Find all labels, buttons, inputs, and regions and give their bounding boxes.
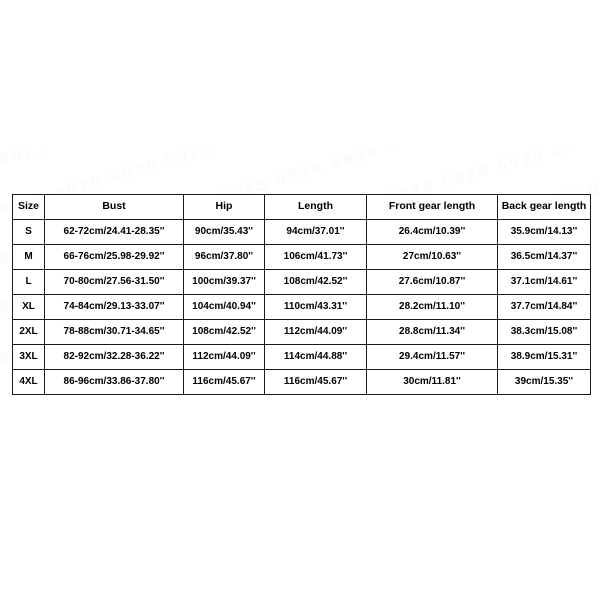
cell-hip: 112cm/44.09'' — [183, 344, 265, 370]
cell-size: M — [12, 244, 45, 270]
cell-front-gear-length: 29.4cm/11.57'' — [366, 344, 498, 370]
watermark-line: 6929 6929 6929 6929 6929 6929 6929 6929 … — [0, 150, 580, 170]
table-row: 4XL 86-96cm/33.86-37.80'' 116cm/45.67'' … — [12, 369, 591, 395]
size-chart-body: S 62-72cm/24.41-28.35'' 90cm/35.43'' 94c… — [12, 219, 591, 395]
cell-hip: 108cm/42.52'' — [183, 319, 265, 345]
cell-length: 114cm/44.88'' — [264, 344, 367, 370]
cell-bust: 74-84cm/29.13-33.07'' — [44, 294, 184, 320]
cell-size: 3XL — [12, 344, 45, 370]
table-row: S 62-72cm/24.41-28.35'' 90cm/35.43'' 94c… — [12, 219, 591, 245]
cell-size: 4XL — [12, 369, 45, 395]
cell-bust: 86-96cm/33.86-37.80'' — [44, 369, 184, 395]
cell-front-gear-length: 28.2cm/11.10'' — [366, 294, 498, 320]
cell-back-gear-length: 38.3cm/15.08'' — [497, 319, 591, 345]
cell-length: 110cm/43.31'' — [264, 294, 367, 320]
column-header-front-gear-length: Front gear length — [366, 194, 498, 220]
cell-size: L — [12, 269, 45, 295]
cell-size: 2XL — [12, 319, 45, 345]
cell-size: XL — [12, 294, 45, 320]
table-row: L 70-80cm/27.56-31.50'' 100cm/39.37'' 10… — [12, 269, 591, 295]
cell-front-gear-length: 27cm/10.63'' — [366, 244, 498, 270]
cell-hip: 104cm/40.94'' — [183, 294, 265, 320]
column-header-size: Size — [12, 194, 45, 220]
page-canvas: 6929 6929 6929 6929 6929 6929 6929 6929 … — [0, 0, 600, 600]
cell-length: 112cm/44.09'' — [264, 319, 367, 345]
cell-bust: 70-80cm/27.56-31.50'' — [44, 269, 184, 295]
cell-back-gear-length: 37.7cm/14.84'' — [497, 294, 591, 320]
table-header-row: Size Bust Hip Length Front gear length B… — [12, 194, 591, 220]
cell-back-gear-length: 38.9cm/15.31'' — [497, 344, 591, 370]
cell-bust: 78-88cm/30.71-34.65'' — [44, 319, 184, 345]
cell-length: 106cm/41.73'' — [264, 244, 367, 270]
cell-size: S — [12, 219, 45, 245]
column-header-back-gear-length: Back gear length — [497, 194, 591, 220]
cell-bust: 62-72cm/24.41-28.35'' — [44, 219, 184, 245]
cell-front-gear-length: 28.8cm/11.34'' — [366, 319, 498, 345]
cell-length: 94cm/37.01'' — [264, 219, 367, 245]
cell-back-gear-length: 36.5cm/14.37'' — [497, 244, 591, 270]
table-row: 2XL 78-88cm/30.71-34.65'' 108cm/42.52'' … — [12, 319, 591, 345]
table-row: XL 74-84cm/29.13-33.07'' 104cm/40.94'' 1… — [12, 294, 591, 320]
cell-hip: 100cm/39.37'' — [183, 269, 265, 295]
cell-hip: 116cm/45.67'' — [183, 369, 265, 395]
cell-length: 108cm/42.52'' — [264, 269, 367, 295]
size-chart-table: Size Bust Hip Length Front gear length B… — [12, 194, 591, 395]
cell-bust: 66-76cm/25.98-29.92'' — [44, 244, 184, 270]
column-header-length: Length — [264, 194, 367, 220]
column-header-bust: Bust — [44, 194, 184, 220]
cell-length: 116cm/45.67'' — [264, 369, 367, 395]
size-chart-header: Size Bust Hip Length Front gear length B… — [12, 194, 591, 220]
cell-front-gear-length: 30cm/11.81'' — [366, 369, 498, 395]
column-header-hip: Hip — [183, 194, 265, 220]
cell-back-gear-length: 37.1cm/14.61'' — [497, 269, 591, 295]
table-row: 3XL 82-92cm/32.28-36.22'' 112cm/44.09'' … — [12, 344, 591, 370]
cell-front-gear-length: 27.6cm/10.87'' — [366, 269, 498, 295]
cell-front-gear-length: 26.4cm/10.39'' — [366, 219, 498, 245]
table-row: M 66-76cm/25.98-29.92'' 96cm/37.80'' 106… — [12, 244, 591, 270]
cell-back-gear-length: 35.9cm/14.13'' — [497, 219, 591, 245]
cell-bust: 82-92cm/32.28-36.22'' — [44, 344, 184, 370]
cell-hip: 90cm/35.43'' — [183, 219, 265, 245]
cell-back-gear-length: 39cm/15.35'' — [497, 369, 591, 395]
size-chart-container: Size Bust Hip Length Front gear length B… — [12, 194, 591, 395]
cell-hip: 96cm/37.80'' — [183, 244, 265, 270]
